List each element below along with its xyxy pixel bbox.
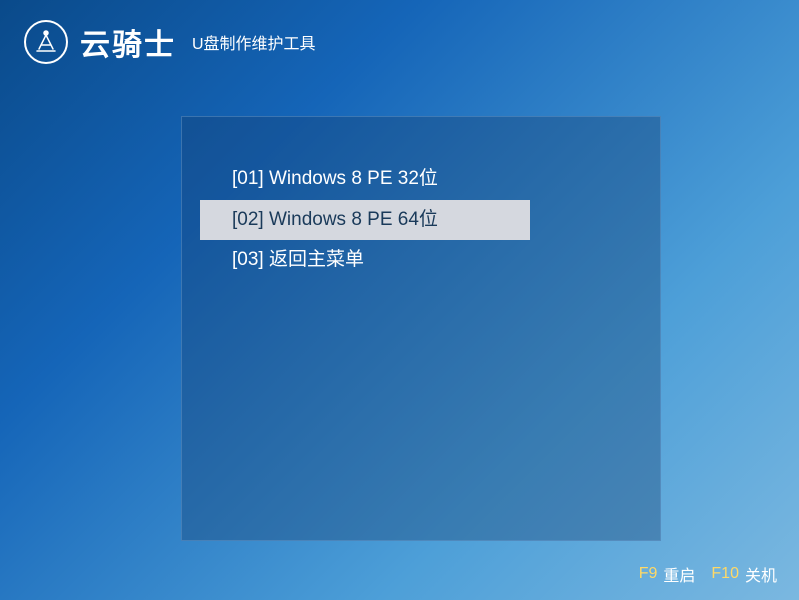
footer-label-reboot: 重启 [663,562,695,586]
footer-reboot[interactable]: F9 重启 [639,562,696,586]
footer-key-f10: F10 [711,565,739,583]
menu-item-back[interactable]: [03] 返回主菜单 [182,240,660,281]
menu-item-win8pe-64[interactable]: [02] Windows 8 PE 64位 [200,200,530,241]
brand-logo-icon [24,20,68,64]
footer-shutdown[interactable]: F10 关机 [711,562,777,586]
footer: F9 重启 F10 关机 [639,562,777,586]
subtitle: U盘制作维护工具 [192,30,316,54]
menu-item-win8pe-32[interactable]: [01] Windows 8 PE 32位 [182,159,660,200]
footer-label-shutdown: 关机 [745,562,777,586]
footer-key-f9: F9 [639,565,658,583]
boot-menu-panel: [01] Windows 8 PE 32位 [02] Windows 8 PE … [181,116,661,541]
brand-name: 云骑士 [80,20,176,64]
header: 云骑士 U盘制作维护工具 [0,0,799,84]
